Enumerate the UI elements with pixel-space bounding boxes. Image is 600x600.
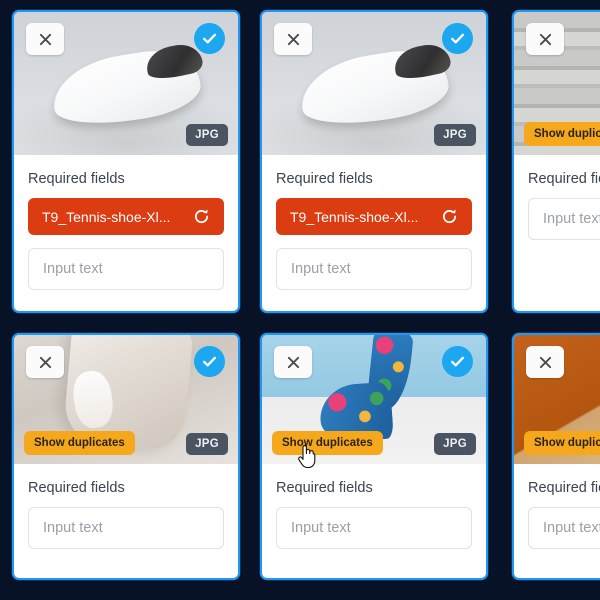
asset-card[interactable]: JPG Required fields T9_Tennis-shoe-Xl...… [260, 10, 488, 313]
close-button[interactable] [526, 23, 564, 55]
required-field-input[interactable]: Input text [528, 198, 600, 240]
asset-card[interactable]: JPG Required fields T9_Tennis-shoe-Xl...… [12, 10, 240, 313]
close-icon [538, 355, 553, 370]
card-body: Required fields Input text [262, 464, 486, 563]
card-body: Required fields Input text [514, 464, 600, 563]
refresh-icon[interactable] [193, 208, 210, 225]
required-fields-label: Required fields [28, 480, 125, 496]
required-fields-label: Required fields [276, 171, 373, 187]
card-media: Show duplicates JPG [262, 335, 486, 464]
filename-chip[interactable]: T9_Tennis-shoe-Xl... [28, 198, 224, 235]
show-duplicates-button[interactable]: Show duplicates [24, 431, 135, 455]
required-field-input[interactable]: Input text [276, 507, 472, 549]
file-type-badge: JPG [186, 124, 228, 146]
close-button[interactable] [274, 346, 312, 378]
show-duplicates-button[interactable]: Show duplicates [272, 431, 383, 455]
card-grid-board: JPG Required fields T9_Tennis-shoe-Xl...… [0, 0, 600, 600]
show-duplicates-button[interactable]: Show duplicates [524, 431, 600, 455]
filename-chip[interactable]: T9_Tennis-shoe-Xl... [276, 198, 472, 235]
file-type-badge: JPG [434, 124, 476, 146]
asset-card[interactable]: Show duplicates JPG Required fields Inpu… [12, 333, 240, 580]
check-icon [201, 353, 218, 370]
file-type-badge: JPG [434, 433, 476, 455]
card-media: JPG [262, 12, 486, 155]
select-checkbox[interactable] [442, 23, 473, 54]
close-icon [538, 32, 553, 47]
close-icon [286, 32, 301, 47]
select-checkbox[interactable] [194, 23, 225, 54]
close-button[interactable] [274, 23, 312, 55]
card-media: Show duplicates JPG [14, 335, 238, 464]
close-button[interactable] [526, 346, 564, 378]
close-icon [286, 355, 301, 370]
close-icon [38, 355, 53, 370]
card-body: Required fields Input text [514, 155, 600, 254]
card-body: Required fields T9_Tennis-shoe-Xl... Inp… [14, 155, 238, 304]
asset-card[interactable]: Show duplicates JPG Required fields Inpu… [260, 333, 488, 580]
close-button[interactable] [26, 346, 64, 378]
filename-chip-text: T9_Tennis-shoe-Xl... [42, 208, 171, 225]
refresh-icon[interactable] [441, 208, 458, 225]
select-checkbox[interactable] [194, 346, 225, 377]
card-body: Required fields Input text [14, 464, 238, 563]
required-fields-label: Required fields [28, 171, 125, 187]
required-fields-label: Required fields [528, 171, 600, 187]
required-field-input[interactable]: Input text [276, 248, 472, 290]
file-type-badge: JPG [186, 433, 228, 455]
check-icon [449, 353, 466, 370]
show-duplicates-button[interactable]: Show duplicates [524, 122, 600, 146]
required-fields-label: Required fields [528, 480, 600, 496]
close-icon [38, 32, 53, 47]
check-icon [449, 30, 466, 47]
card-media: Show duplicates [514, 335, 600, 464]
required-field-input[interactable]: Input text [28, 248, 224, 290]
close-button[interactable] [26, 23, 64, 55]
card-media: Show duplicates [514, 12, 600, 155]
filename-chip-text: T9_Tennis-shoe-Xl... [290, 208, 419, 225]
select-checkbox[interactable] [442, 346, 473, 377]
required-field-input[interactable]: Input text [528, 507, 600, 549]
card-body: Required fields T9_Tennis-shoe-Xl... Inp… [262, 155, 486, 304]
required-fields-label: Required fields [276, 480, 373, 496]
required-field-input[interactable]: Input text [28, 507, 224, 549]
asset-card[interactable]: Show duplicates Required fields Input te… [512, 10, 600, 313]
asset-card[interactable]: Show duplicates Required fields Input te… [512, 333, 600, 580]
card-media: JPG [14, 12, 238, 155]
check-icon [201, 30, 218, 47]
